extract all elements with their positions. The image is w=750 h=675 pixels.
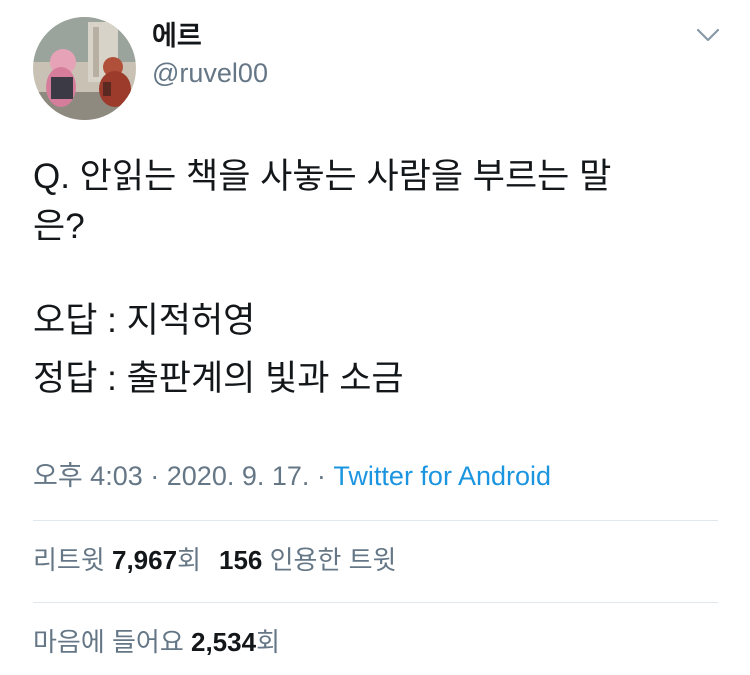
avatar[interactable] [33,17,136,120]
meta-separator: · [150,461,160,491]
tweet-wrong-answer: 오답 : 지적허영 [33,301,256,340]
tweet-date[interactable]: 2020. 9. 17. [167,461,310,491]
tweet-detail: 에르 @ruvel00 Q. 안읽는 책을 사놓는 사람을 부르는 말 은? 오… [0,0,750,675]
likes-stats[interactable]: 마음에 들어요 2,534회 [33,624,280,660]
tweet-question: Q. 안읽는 책을 사놓는 사람을 부르는 말 은? [33,152,723,252]
retweets-stat[interactable]: 리트윗 7,967회 [33,545,201,575]
quotes-label: 인용한 트윗 [269,545,397,575]
retweets-label: 리트윗 [33,545,105,575]
tweet-right-answer: 정답 : 출판계의 빛과 소금 [33,359,404,398]
tweet-question-line2: 은? [33,207,85,246]
likes-label: 마음에 들어요 [33,627,184,657]
quotes-stat[interactable]: 156 인용한 트윗 [219,545,396,575]
divider [33,520,718,521]
chevron-down-icon[interactable] [694,24,722,46]
tweet-source-link[interactable]: Twitter for Android [333,461,551,491]
tweet-question-line1: Q. 안읽는 책을 사놓는 사람을 부르는 말 [33,157,612,196]
tweet-time[interactable]: 오후 4:03 [33,461,143,491]
retweet-quote-stats: 리트윗 7,967회 156 인용한 트윗 [33,542,396,578]
quotes-count: 156 [219,545,263,575]
retweets-suffix: 회 [177,545,201,575]
divider [33,602,718,603]
likes-count: 2,534 [190,627,257,657]
meta-separator: · [316,461,326,491]
display-name[interactable]: 에르 [152,20,202,52]
retweets-count: 7,967 [112,545,178,575]
tweet-meta: 오후 4:03 · 2020. 9. 17. · Twitter for And… [33,458,551,494]
likes-suffix: 회 [256,627,280,657]
user-handle[interactable]: @ruvel00 [152,57,268,89]
